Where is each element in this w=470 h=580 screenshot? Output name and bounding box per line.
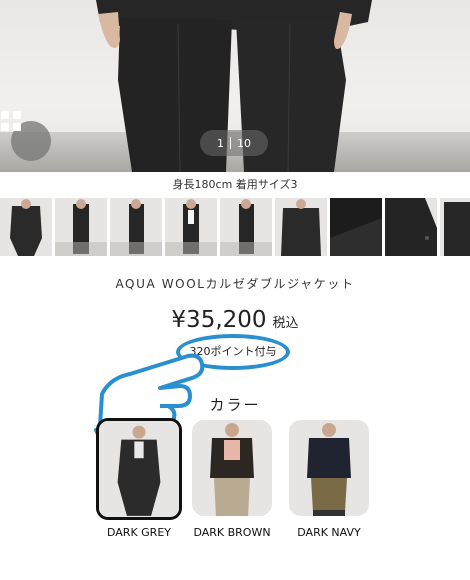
price-row: ¥35,200 税込 (0, 307, 470, 333)
thumbnail[interactable] (440, 198, 470, 256)
color-swatch-dark-navy[interactable] (289, 420, 369, 516)
price: ¥35,200 (171, 307, 267, 333)
product-name: AQUA WOOLカルゼダブルジャケット (115, 277, 355, 291)
pager-current: 1 (217, 136, 224, 150)
color-swatch-dark-brown[interactable] (192, 420, 272, 516)
color-label-dark-brown: DARK BROWN (193, 526, 271, 539)
image-pager: 1 10 (200, 130, 268, 156)
thumbnail[interactable] (55, 198, 107, 256)
thumbnail[interactable] (385, 198, 437, 256)
thumbnail[interactable] (330, 198, 382, 256)
pager-divider (230, 137, 231, 149)
product-main-image[interactable]: 1 10 (0, 0, 470, 172)
grid-view-button[interactable] (1, 111, 51, 161)
thumbnail[interactable] (220, 198, 272, 256)
thumbnail-strip (0, 198, 470, 256)
thumbnail[interactable] (275, 198, 327, 256)
color-swatch-dark-grey[interactable] (96, 418, 182, 520)
thumbnail[interactable] (165, 198, 217, 256)
thumbnail[interactable] (110, 198, 162, 256)
tax-label: 税込 (272, 316, 299, 331)
color-label-dark-navy: DARK NAVY (297, 526, 361, 539)
color-section-title: カラー (209, 396, 261, 414)
thumbnail[interactable] (0, 198, 52, 256)
pager-total: 10 (237, 136, 251, 150)
model-size-info: 身長180cm 着用サイズ3 (172, 178, 298, 191)
